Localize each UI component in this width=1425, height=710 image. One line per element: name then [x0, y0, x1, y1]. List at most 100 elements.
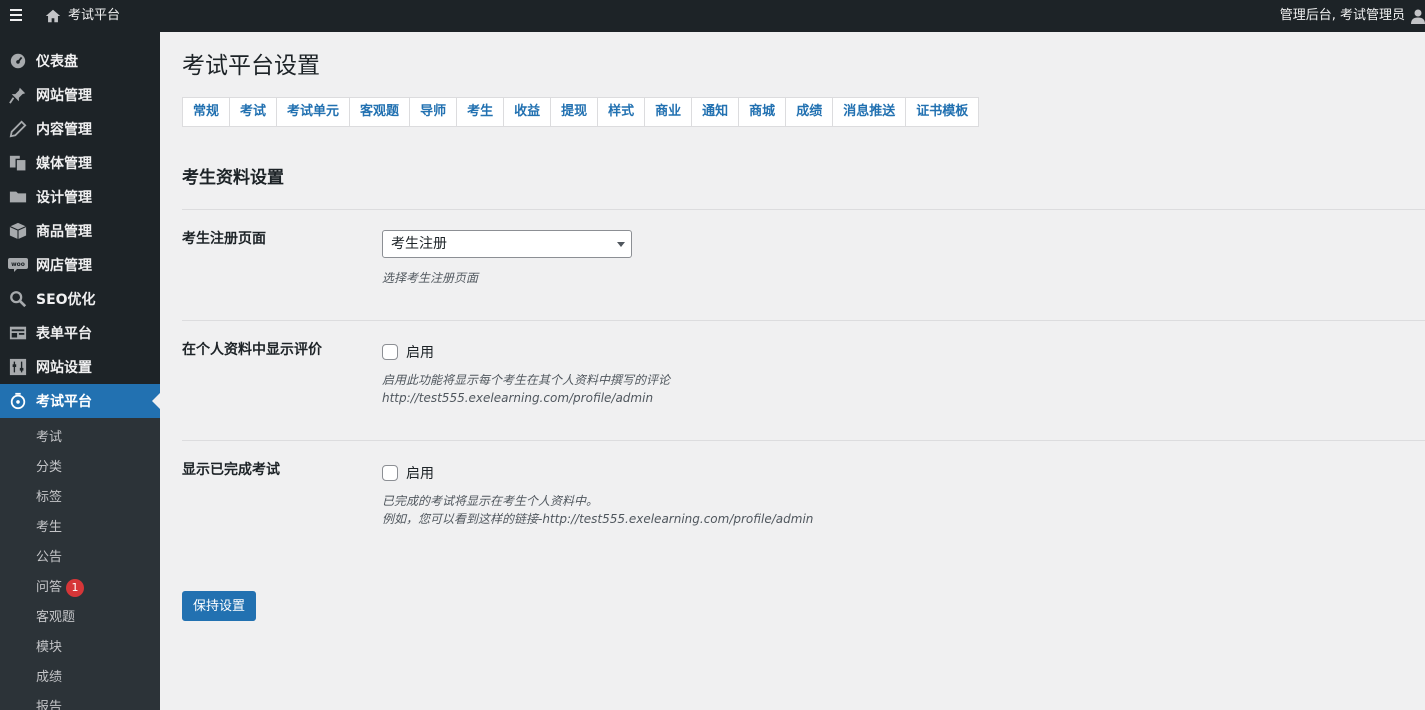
- tab-certificate-templates[interactable]: 证书模板: [906, 98, 978, 126]
- submenu-item-tags[interactable]: 标签: [0, 483, 160, 513]
- admin-sidebar: 仪表盘 网站管理 内容管理 媒体管理 设计管理 商品管理 woo 网店管理 SE…: [0, 32, 160, 710]
- submenu-item-label: 分类: [36, 460, 63, 475]
- sidebar-item-forms[interactable]: 表单平台: [0, 316, 160, 350]
- tab-student[interactable]: 考生: [457, 98, 505, 126]
- menu-toggle-icon[interactable]: [10, 9, 22, 23]
- search-icon: [8, 289, 28, 309]
- submenu-item-label: 报告: [36, 700, 63, 710]
- registration-page-select[interactable]: 考生注册: [382, 230, 632, 258]
- submenu-item-modules[interactable]: 模块: [0, 633, 160, 663]
- tab-earnings[interactable]: 收益: [504, 98, 552, 126]
- sidebar-item-content[interactable]: 内容管理: [0, 112, 160, 146]
- submenu-item-reports[interactable]: 报告: [0, 693, 160, 710]
- show-reviews-description: 启用此功能将显示每个考生在其个人资料中撰写的评论: [382, 373, 671, 387]
- dashboard-icon: [8, 51, 28, 71]
- section-title: 考生资料设置: [182, 168, 284, 188]
- show-reviews-checkbox[interactable]: [382, 344, 398, 360]
- divider: [182, 320, 1425, 321]
- tab-style[interactable]: 样式: [598, 98, 646, 126]
- submenu-item-qa[interactable]: 问答 1: [0, 573, 160, 603]
- select-value: 考生注册: [391, 236, 447, 252]
- submenu-item-grades[interactable]: 成绩: [0, 663, 160, 693]
- sidebar-item-label: 内容管理: [36, 122, 92, 138]
- submenu-item-label: 考试: [36, 430, 63, 445]
- submenu-item-objective-questions[interactable]: 客观题: [0, 603, 160, 633]
- show-completed-option[interactable]: 启用: [382, 463, 434, 483]
- tab-objective-questions[interactable]: 客观题: [350, 98, 411, 126]
- registration-page-label: 考生注册页面: [182, 231, 266, 247]
- submenu-item-label: 模块: [36, 640, 63, 655]
- submenu-item-label: 成绩: [36, 670, 63, 685]
- tab-push-messages[interactable]: 消息推送: [833, 98, 907, 126]
- sidebar-item-products[interactable]: 商品管理: [0, 214, 160, 248]
- user-icon[interactable]: [1411, 8, 1425, 24]
- current-menu-arrow: [152, 393, 160, 409]
- submenu-item-exams[interactable]: 考试: [0, 423, 160, 453]
- woo-icon: woo: [8, 255, 28, 275]
- sidebar-item-exam-platform[interactable]: 考试平台: [0, 384, 160, 418]
- sidebar-item-dashboard[interactable]: 仪表盘: [0, 44, 160, 78]
- chevron-down-icon: [617, 242, 625, 247]
- sidebar-item-media[interactable]: 媒体管理: [0, 146, 160, 180]
- sidebar-item-label: 媒体管理: [36, 156, 92, 172]
- submenu-item-label: 公告: [36, 550, 63, 565]
- sidebar-item-label: SEO优化: [36, 292, 96, 308]
- admin-bar: 考试平台 管理后台, 考试管理员: [0, 0, 1425, 32]
- page-title: 考试平台设置: [182, 53, 320, 79]
- pin-icon: [8, 85, 28, 105]
- show-completed-label: 显示已完成考试: [182, 462, 280, 478]
- folder-icon: [8, 187, 28, 207]
- notification-badge: 1: [66, 579, 85, 597]
- form-icon: [8, 323, 28, 343]
- account-menu[interactable]: 管理后台, 考试管理员: [1280, 8, 1405, 24]
- submenu-item-label: 客观题: [36, 610, 76, 625]
- sidebar-item-label: 商品管理: [36, 224, 92, 240]
- show-reviews-label: 在个人资料中显示评价: [182, 342, 322, 358]
- tab-notifications[interactable]: 通知: [692, 98, 740, 126]
- show-completed-checkbox[interactable]: [382, 465, 398, 481]
- tab-withdraw[interactable]: 提现: [551, 98, 599, 126]
- media-icon: [8, 153, 28, 173]
- tab-grades[interactable]: 成绩: [786, 98, 834, 126]
- show-completed-example: 例如，您可以看到这样的链接-http://test555.exelearning…: [382, 512, 814, 526]
- submenu-item-categories[interactable]: 分类: [0, 453, 160, 483]
- sidebar-item-label: 表单平台: [36, 326, 92, 342]
- submenu-item-label: 问答: [36, 580, 63, 595]
- settings-tabs: 常规 考试 考试单元 客观题 导师 考生 收益 提现 样式 商业 通知 商城 成…: [182, 97, 980, 127]
- tab-instructor[interactable]: 导师: [410, 98, 458, 126]
- sidebar-item-site-manage[interactable]: 网站管理: [0, 78, 160, 112]
- tab-exam-unit[interactable]: 考试单元: [277, 98, 351, 126]
- divider: [182, 209, 1425, 210]
- sidebar-item-label: 仪表盘: [36, 54, 78, 70]
- tab-shop[interactable]: 商城: [739, 98, 787, 126]
- sidebar-item-seo[interactable]: SEO优化: [0, 282, 160, 316]
- sidebar-item-label: 网店管理: [36, 258, 92, 274]
- tab-exam[interactable]: 考试: [230, 98, 278, 126]
- tab-general[interactable]: 常规: [183, 98, 231, 126]
- home-icon[interactable]: [44, 7, 62, 25]
- submenu-item-students[interactable]: 考生: [0, 513, 160, 543]
- show-reviews-option[interactable]: 启用: [382, 342, 434, 362]
- divider: [182, 440, 1425, 441]
- show-reviews-profile-url: http://test555.exelearning.com/profile/a…: [382, 391, 654, 405]
- checkbox-label[interactable]: 启用: [406, 463, 434, 483]
- sidebar-item-shop[interactable]: woo 网店管理: [0, 248, 160, 282]
- sidebar-item-label: 网站管理: [36, 88, 92, 104]
- sidebar-item-label: 考试平台: [36, 394, 92, 410]
- registration-page-description: 选择考生注册页面: [382, 271, 479, 285]
- save-settings-button[interactable]: 保持设置: [182, 591, 257, 621]
- sidebar-item-label: 网站设置: [36, 360, 92, 376]
- exam-icon: [8, 391, 28, 411]
- show-completed-description: 已完成的考试将显示在考生个人资料中。: [382, 494, 599, 508]
- box-icon: [8, 221, 28, 241]
- submenu-item-label: 考生: [36, 520, 63, 535]
- submenu-item-announcements[interactable]: 公告: [0, 543, 160, 573]
- exam-platform-submenu: 考试 分类 标签 考生 公告 问答 1 客观题 模块 成绩 报告: [0, 418, 160, 710]
- sidebar-item-settings[interactable]: 网站设置: [0, 350, 160, 384]
- pencil-icon: [8, 119, 28, 139]
- tab-business[interactable]: 商业: [645, 98, 693, 126]
- sidebar-item-design[interactable]: 设计管理: [0, 180, 160, 214]
- sidebar-item-label: 设计管理: [36, 190, 92, 206]
- checkbox-label[interactable]: 启用: [406, 342, 434, 362]
- site-name-link[interactable]: 考试平台: [68, 8, 120, 24]
